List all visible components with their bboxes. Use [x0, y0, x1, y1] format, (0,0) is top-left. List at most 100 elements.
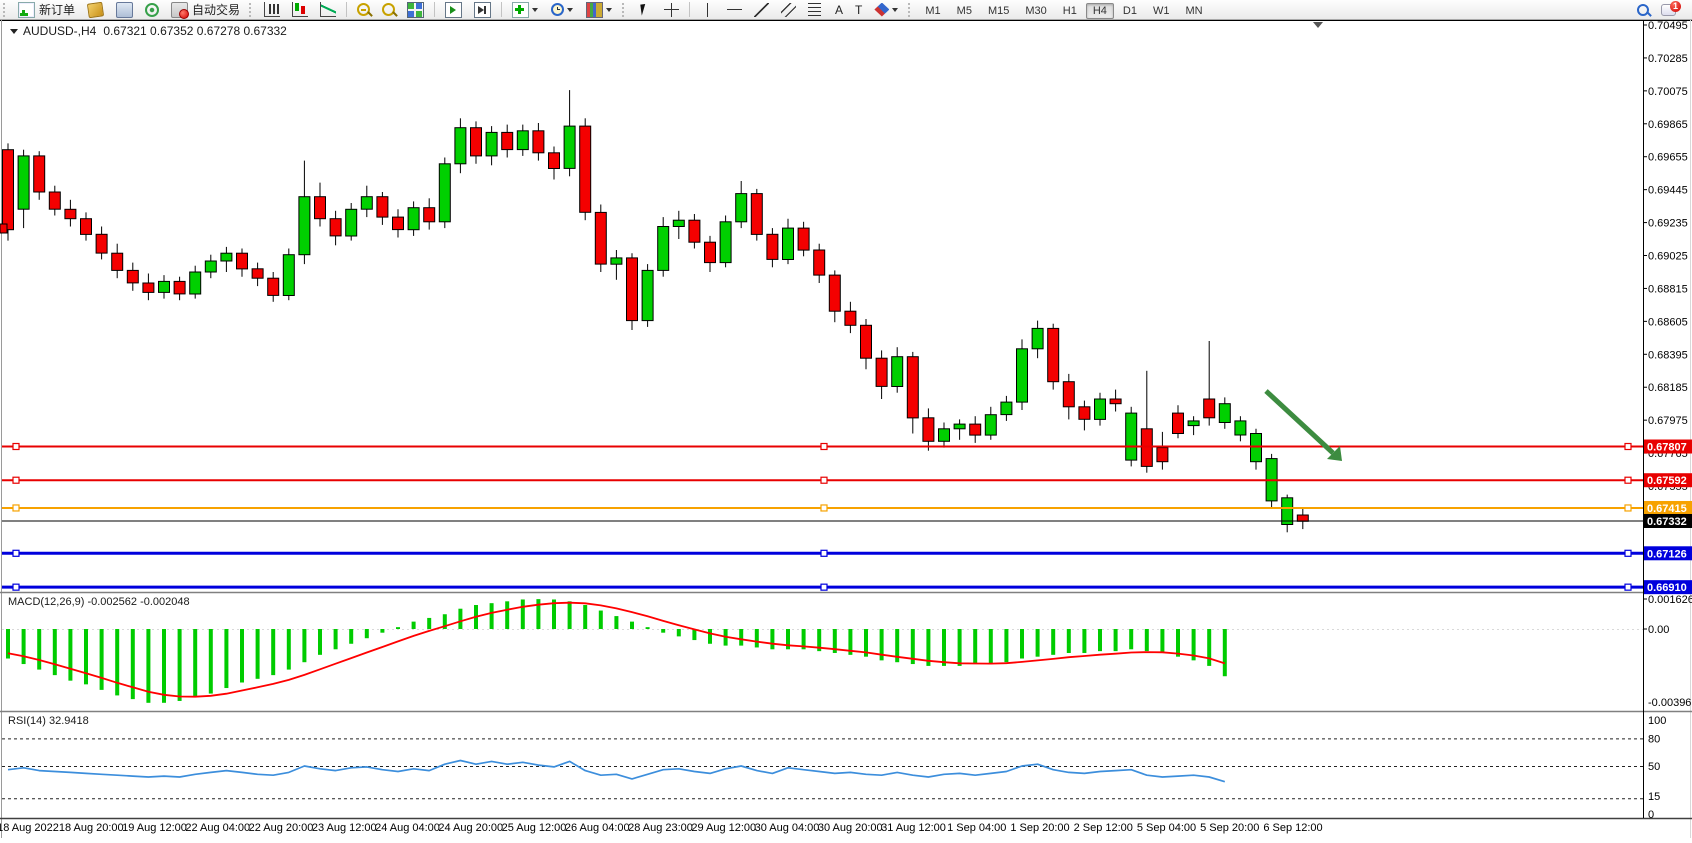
notifications-button[interactable]: 1	[1655, 0, 1682, 19]
line-handle[interactable]	[13, 444, 19, 450]
timeframe-h4[interactable]: H4	[1086, 3, 1114, 19]
tile-windows-button[interactable]	[401, 0, 430, 19]
macd-bar	[1098, 629, 1102, 651]
price-tick-label: 0.68185	[1648, 382, 1688, 394]
bear-candle	[1063, 382, 1074, 407]
timeframe-d1[interactable]: D1	[1116, 3, 1144, 19]
line-chart-button[interactable]	[314, 0, 342, 19]
market-watch-button[interactable]	[110, 0, 139, 19]
toolbar-grip[interactable]	[3, 3, 9, 17]
indicators-button[interactable]	[506, 0, 545, 19]
price-line-box-label: 0.66910	[1647, 582, 1687, 594]
timeframe-m5[interactable]: M5	[950, 3, 979, 19]
bull-candle	[486, 132, 497, 156]
text-label-tool-button[interactable]: T	[849, 0, 868, 19]
macd-axis-label: 0.001626	[1648, 594, 1692, 606]
chart-header[interactable]: AUDUSD-,H4 0.67321 0.67352 0.67278 0.673…	[10, 24, 294, 38]
line-handle[interactable]	[13, 477, 19, 483]
bull-candle	[1219, 404, 1230, 423]
time-axis-label: 24 Aug 20:00	[438, 822, 503, 834]
time-axis-label: 26 Aug 04:00	[565, 822, 630, 834]
channel-tool-button[interactable]	[775, 0, 802, 19]
zoom-in-button[interactable]	[351, 0, 376, 19]
chart-dropdown-icon[interactable]	[10, 29, 18, 34]
time-axis-label: 1 Sep 04:00	[947, 822, 1006, 834]
bull-candle	[1126, 413, 1137, 460]
line-handle[interactable]	[821, 477, 827, 483]
search-icon	[1637, 4, 1649, 16]
bull-candle	[720, 222, 731, 263]
text-tool-button[interactable]: A	[829, 0, 849, 19]
bull-candle	[1001, 402, 1012, 415]
chart-canvas[interactable]: 0.704950.702850.700750.698650.696550.694…	[0, 0, 1692, 843]
horizontal-line-tool-button[interactable]	[721, 0, 748, 19]
macd-bar	[1145, 629, 1149, 651]
bull-candle	[346, 209, 357, 236]
toolbar-grip[interactable]	[622, 3, 628, 17]
bear-candle	[970, 424, 981, 435]
candlestick-chart-button[interactable]	[286, 0, 314, 19]
macd-bar	[521, 599, 525, 629]
crosshair-tool-button[interactable]	[658, 0, 685, 19]
chart-shift-button[interactable]	[468, 0, 497, 19]
timeframe-m1[interactable]: M1	[918, 3, 947, 19]
time-axis-label: 23 Aug 12:00	[312, 822, 377, 834]
auto-scroll-button[interactable]	[439, 0, 468, 19]
macd-bar	[677, 629, 681, 636]
auto-trading-button[interactable]: 自动交易	[165, 0, 246, 19]
signals-button[interactable]	[139, 0, 165, 19]
line-handle[interactable]	[13, 505, 19, 511]
line-handle[interactable]	[1625, 477, 1631, 483]
timeframe-w1[interactable]: W1	[1146, 3, 1177, 19]
price-tick-label: 0.68395	[1648, 349, 1688, 361]
bar-chart-button[interactable]	[258, 0, 286, 19]
toolbar-grip[interactable]	[908, 3, 914, 17]
vertical-line-tool-button[interactable]	[694, 0, 721, 19]
macd-bar	[334, 629, 338, 649]
line-handle[interactable]	[13, 584, 19, 590]
chart-background[interactable]	[0, 20, 1692, 843]
timeframe-h1[interactable]: H1	[1056, 3, 1084, 19]
cursor-tool-button[interactable]	[631, 0, 658, 19]
search-button[interactable]	[1631, 0, 1655, 19]
line-handle[interactable]	[1625, 444, 1631, 450]
line-chart-icon	[320, 2, 336, 17]
timeframe-mn[interactable]: MN	[1178, 3, 1209, 19]
arrows-tool-button[interactable]	[868, 0, 905, 19]
line-handle[interactable]	[821, 444, 827, 450]
timeframe-m15[interactable]: M15	[981, 3, 1016, 19]
fibonacci-tool-button[interactable]	[802, 0, 829, 19]
line-handle[interactable]	[1625, 584, 1631, 590]
line-handle[interactable]	[13, 550, 19, 556]
bear-candle	[923, 418, 934, 442]
toolbar-grip[interactable]	[249, 3, 255, 17]
trendline-tool-button[interactable]	[748, 0, 775, 19]
label-tool-label: T	[855, 3, 862, 17]
line-handle[interactable]	[821, 505, 827, 511]
bull-candle	[283, 255, 294, 296]
price-tick-label: 0.68815	[1648, 283, 1688, 295]
bull-candle	[783, 228, 794, 259]
notification-badge: 1	[1670, 1, 1681, 12]
bear-candle	[798, 228, 809, 250]
line-handle[interactable]	[821, 550, 827, 556]
zoom-out-button[interactable]	[376, 0, 401, 19]
line-handle[interactable]	[1625, 550, 1631, 556]
chevron-down-icon	[892, 8, 898, 12]
periods-button[interactable]	[545, 0, 580, 19]
macd-bar	[973, 629, 977, 664]
indicators-icon	[512, 2, 529, 18]
line-handle[interactable]	[821, 584, 827, 590]
bear-candle	[829, 275, 840, 311]
metaeditor-button[interactable]	[81, 0, 110, 19]
timeframe-m30[interactable]: M30	[1018, 3, 1053, 19]
bull-candle	[299, 197, 310, 255]
bear-candle	[1297, 515, 1308, 521]
text-tool-label: A	[835, 3, 843, 17]
bear-candle	[1173, 413, 1184, 433]
templates-button[interactable]	[580, 0, 619, 19]
new-order-button[interactable]: 新订单	[12, 0, 81, 19]
line-handle[interactable]	[1625, 505, 1631, 511]
bull-candle	[190, 272, 201, 294]
macd-bar	[256, 629, 260, 679]
